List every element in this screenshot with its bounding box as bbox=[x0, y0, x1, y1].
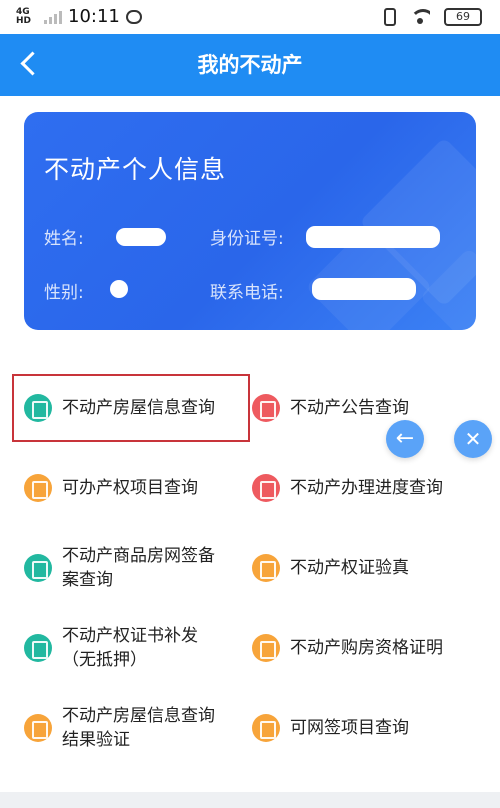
project-icon bbox=[24, 474, 52, 502]
service-contract-filing-query[interactable]: 不动产商品房网签备 案查询 bbox=[24, 538, 215, 598]
highlight-box bbox=[12, 374, 250, 442]
service-label: 不动产房屋信息查询 结果验证 bbox=[62, 706, 215, 750]
qualification-icon bbox=[252, 634, 280, 662]
progress-icon bbox=[252, 474, 280, 502]
id-number-redacted bbox=[306, 226, 440, 248]
vibrate-icon bbox=[384, 8, 396, 26]
announcement-icon bbox=[252, 394, 280, 422]
service-label: 不动产公告查询 bbox=[290, 398, 409, 418]
bottom-strip bbox=[0, 792, 500, 808]
service-label: 不动产权证书补发 （无抵押） bbox=[62, 626, 198, 670]
page-title: 我的不动产 bbox=[197, 53, 303, 77]
wifi-icon bbox=[410, 9, 430, 25]
service-progress-query[interactable]: 不动产办理进度查询 bbox=[252, 458, 443, 518]
service-announcement-query[interactable]: 不动产公告查询 bbox=[252, 378, 409, 438]
float-close-button[interactable] bbox=[454, 420, 492, 458]
online-sign-icon bbox=[252, 714, 280, 742]
service-result-verify[interactable]: 不动产房屋信息查询 结果验证 bbox=[24, 698, 215, 758]
chat-icon bbox=[125, 9, 142, 24]
phone-redacted bbox=[312, 278, 416, 300]
back-button[interactable] bbox=[12, 46, 48, 82]
float-back-button[interactable] bbox=[386, 420, 424, 458]
contract-icon bbox=[24, 554, 52, 582]
service-online-sign-query[interactable]: 可网签项目查询 bbox=[252, 698, 409, 758]
name-redacted bbox=[116, 228, 166, 246]
battery-icon: 69 bbox=[444, 8, 482, 26]
network-type: 4G HD bbox=[16, 6, 32, 26]
service-certificate-verify[interactable]: 不动产权证验真 bbox=[252, 538, 409, 598]
service-label: 不动产办理进度查询 bbox=[290, 478, 443, 498]
personal-info-card: 不动产个人信息 姓名: 身份证号: 性别: 联系电话: bbox=[24, 112, 476, 330]
service-label: 可网签项目查询 bbox=[290, 718, 409, 738]
card-title: 不动产个人信息 bbox=[44, 155, 227, 184]
service-label: 可办产权项目查询 bbox=[62, 478, 198, 498]
certificate-verify-icon bbox=[252, 554, 280, 582]
certificate-reissue-icon bbox=[24, 634, 52, 662]
main-content: 不动产个人信息 姓名: 身份证号: 性别: 联系电话: 不动产房屋信息查询 不动… bbox=[0, 96, 500, 792]
gender-label: 性别: bbox=[44, 283, 84, 303]
gender-redacted bbox=[110, 280, 128, 298]
clock: 10:11 bbox=[68, 6, 120, 27]
signal-icon bbox=[44, 10, 62, 24]
status-bar: 4G HD 10:11 69 bbox=[0, 0, 500, 34]
nav-bar: 我的不动产 bbox=[0, 34, 500, 96]
service-purchase-qualification[interactable]: 不动产购房资格证明 bbox=[252, 618, 443, 678]
service-certificate-reissue[interactable]: 不动产权证书补发 （无抵押） bbox=[24, 618, 198, 678]
phone-label: 联系电话: bbox=[210, 283, 284, 303]
id-number-label: 身份证号: bbox=[210, 229, 284, 249]
name-label: 姓名: bbox=[44, 229, 84, 249]
service-project-query[interactable]: 可办产权项目查询 bbox=[24, 458, 198, 518]
service-label: 不动产购房资格证明 bbox=[290, 638, 443, 658]
result-verify-icon bbox=[24, 714, 52, 742]
service-label: 不动产商品房网签备 案查询 bbox=[62, 546, 215, 590]
service-label: 不动产权证验真 bbox=[290, 558, 409, 578]
